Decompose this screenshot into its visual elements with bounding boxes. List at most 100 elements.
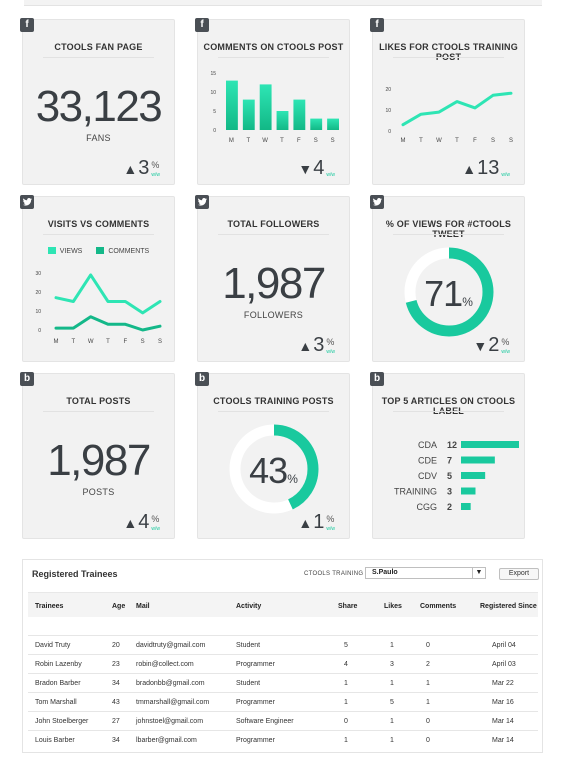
weekly-change: ▼ 4 w/w — [298, 158, 335, 178]
x-tick-label: F — [473, 138, 477, 144]
x-tick-label: T — [71, 339, 75, 345]
card-fan-page: f CTOOLS FAN PAGE 33,123 FANS ▲ 3 % w/w — [20, 18, 175, 185]
fans-label: FANS — [86, 133, 111, 143]
x-tick-label: M — [229, 138, 234, 144]
up-arrow-icon: ▲ — [298, 515, 313, 531]
table-cell: Louis Barber — [35, 737, 75, 744]
table-cell: April 04 — [492, 642, 516, 649]
table-row[interactable]: Bradon Barber 34 bradonbb@gmail.com Student… — [28, 673, 538, 692]
column-header[interactable]: Registered Since — [480, 603, 537, 610]
weekly-change: ▲ 3 % w/w — [298, 335, 335, 355]
table-cell: 0 — [344, 718, 348, 725]
change-value: 1 — [313, 511, 325, 533]
percent-sign: % — [501, 337, 510, 347]
change-value: 4 — [138, 511, 150, 533]
x-tick-label: M — [54, 339, 59, 345]
bar — [293, 99, 306, 130]
x-tick-label: F — [297, 138, 301, 144]
series-line-comments — [54, 315, 162, 332]
table-cell: 1 — [390, 718, 394, 725]
table-cell: Programmer — [236, 661, 275, 668]
filter-label: CTOOLS TRAINING — [304, 571, 364, 577]
weekly-change: ▲ 4 % w/w — [123, 512, 160, 532]
bar-value-label: 5 — [447, 471, 452, 481]
table-cell: Student — [236, 642, 261, 649]
column-header[interactable]: Share — [338, 603, 357, 610]
followers-label: FOLLOWERS — [243, 310, 304, 320]
fans-value: 33,123 — [35, 82, 163, 131]
chevron-down-icon[interactable]: ▼ — [472, 568, 485, 578]
bar-value-label: 3 — [447, 487, 452, 497]
weekly-change: ▲ 3 % w/w — [123, 158, 160, 178]
table-cell: 1 — [390, 642, 394, 649]
table-cell: 1 — [344, 737, 348, 744]
table-cell: Tom Marshall — [35, 699, 77, 706]
bar-category-label: CDE — [418, 456, 437, 466]
table-cell: Programmer — [236, 737, 275, 744]
table-cell: Student — [236, 680, 261, 687]
top-bar — [24, 0, 542, 6]
percent-sign: % — [326, 337, 335, 347]
week-over-week-label: w/w — [326, 349, 335, 355]
table-cell: 23 — [112, 661, 120, 668]
table-cell: 1 — [390, 680, 394, 687]
card-title: CTOOLS FAN PAGE — [54, 42, 143, 52]
table-cell: Mar 14 — [492, 718, 514, 725]
week-over-week-label: w/w — [326, 172, 335, 178]
visits-line-chart: 30 20 10 0 M T W T F S S — [35, 271, 162, 345]
table-row[interactable]: Tom Marshall 43 tmmarshall@gmail.com Progra… — [28, 692, 538, 711]
bar-category-label: CDV — [418, 471, 437, 481]
x-tick-label: T — [106, 339, 110, 345]
table-row[interactable]: John Stoelberger 27 johnstoel@gmail.com Sof… — [28, 711, 538, 730]
table-cell: bradonbb@gmail.com — [136, 680, 205, 687]
change-value: 3 — [138, 157, 150, 179]
table-cell: tmmarshall@gmail.com — [136, 699, 210, 706]
table-cell: Programmer — [236, 699, 275, 706]
y-tick-label: 10 — [210, 90, 216, 96]
column-header[interactable]: Comments — [420, 603, 456, 610]
percent-sign: % — [287, 472, 298, 486]
column-header[interactable]: Activity — [236, 603, 261, 610]
change-value: 13 — [477, 157, 500, 179]
x-tick-label: T — [455, 138, 459, 144]
table-cell: David Truty — [35, 642, 71, 649]
table-cell: 27 — [112, 718, 120, 725]
series-line-views — [54, 273, 162, 315]
export-button[interactable]: Export — [499, 568, 539, 580]
facebook-icon: f — [20, 18, 34, 32]
column-header[interactable]: Trainees — [35, 603, 63, 610]
posts-value: 1,987 — [47, 436, 151, 485]
twitter-icon — [195, 195, 209, 209]
bar — [461, 456, 495, 464]
column-header[interactable]: Likes — [384, 603, 402, 610]
x-tick-label: S — [491, 138, 495, 144]
column-header[interactable]: Mail — [136, 603, 150, 610]
card-total-followers: TOTAL FOLLOWERS 1,987 FOLLOWERS ▲ 3 % w/w — [195, 195, 350, 362]
table-row[interactable]: David Truty 20 davidtruty@gmail.com Student… — [28, 635, 538, 654]
y-tick-label: 20 — [35, 290, 41, 296]
table-cell: April 03 — [492, 661, 516, 668]
location-select[interactable]: S.Paulo ▼ — [365, 567, 486, 579]
up-arrow-icon: ▲ — [298, 338, 313, 354]
y-tick-label: 10 — [35, 309, 41, 315]
table-cell: 34 — [112, 737, 120, 744]
x-tick-label: S — [314, 138, 318, 144]
y-tick-label: 0 — [388, 129, 391, 135]
table-cell: 34 — [112, 680, 120, 687]
up-arrow-icon: ▲ — [123, 515, 138, 531]
change-value: 2 — [488, 334, 500, 356]
x-tick-label: T — [419, 138, 423, 144]
y-tick-label: 15 — [210, 71, 216, 77]
bar-category-label: CDA — [418, 440, 437, 450]
percent-sign: % — [151, 514, 160, 524]
table-row[interactable]: Louis Barber 34 lbarber@gmail.com Programme… — [28, 730, 538, 749]
y-tick-label: 30 — [35, 271, 41, 277]
table-cell: 20 — [112, 642, 120, 649]
table-cell: 43 — [112, 699, 120, 706]
table-row[interactable]: Robin Lazenby 23 robin@collect.com Programm… — [28, 654, 538, 673]
column-header[interactable]: Age — [112, 603, 125, 610]
weekly-change: ▲ 1 % w/w — [298, 512, 335, 532]
bar — [461, 472, 486, 479]
title-divider — [43, 57, 154, 58]
followers-value: 1,987 — [222, 259, 326, 308]
